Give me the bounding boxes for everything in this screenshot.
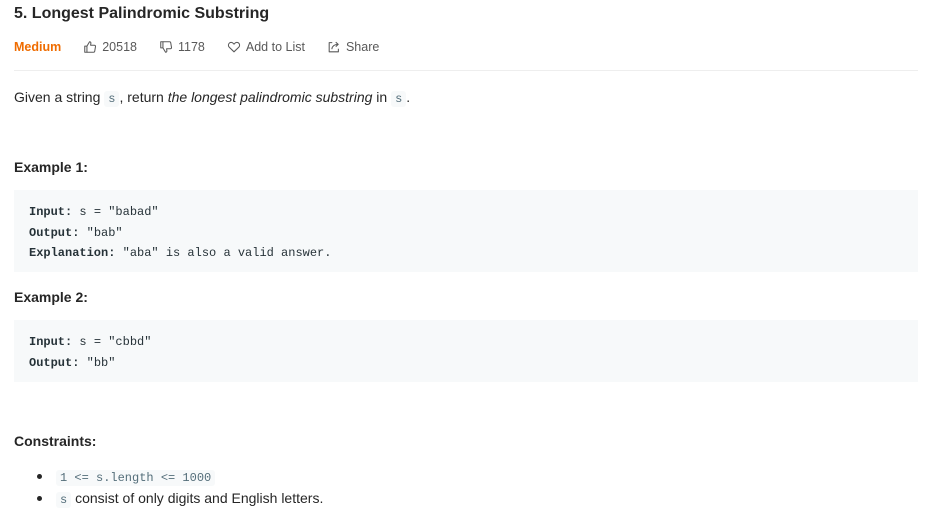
constraint-item: s consist of only digits and English let…	[34, 487, 323, 509]
statement-text: in	[372, 89, 392, 105]
input-label: Input:	[29, 205, 73, 219]
dislike-count: 1178	[178, 40, 205, 54]
statement-text: Given a string	[14, 89, 105, 105]
problem-description-panel: 5. Longest Palindromic Substring Medium …	[0, 0, 927, 524]
constraint-code: s	[56, 492, 72, 508]
dislike-button[interactable]: 1178	[159, 40, 205, 54]
like-count: 20518	[102, 40, 137, 54]
input-value: s = "cbbd"	[72, 335, 152, 349]
example-2-title: Example 2:	[14, 289, 88, 305]
explanation-label: Explanation:	[29, 246, 116, 260]
thumbs-down-icon	[160, 41, 173, 53]
thumbs-up-icon	[84, 41, 97, 53]
example-2-box: Input: s = "cbbd" Output: "bb"	[14, 320, 918, 382]
share-button[interactable]: Share	[327, 40, 379, 54]
input-label: Input:	[29, 335, 73, 349]
constraint-text: consist of only digits and English lette…	[71, 490, 324, 506]
problem-title: 5. Longest Palindromic Substring	[14, 5, 270, 22]
add-to-list-label: Add to List	[245, 40, 305, 54]
constraint-item: 1 <= s.length <= 1000	[34, 465, 323, 487]
example-1-title: Example 1:	[14, 159, 88, 175]
statement-emphasis: the longest palindromic substring	[167, 89, 373, 105]
output-value: "bab"	[79, 225, 123, 240]
share-icon	[328, 41, 339, 53]
output-label: Output:	[29, 355, 80, 370]
example-1-box: Input: s = "babad" Output: "bab" Explana…	[14, 190, 918, 272]
inline-code: s	[391, 91, 407, 107]
constraints-list: 1 <= s.length <= 1000 s consist of only …	[34, 465, 323, 509]
example-input-line: Input: s = "babad"	[29, 202, 903, 223]
example-output-line: Output: "bab"	[29, 223, 903, 244]
heart-icon	[227, 41, 241, 53]
example-input-line: Input: s = "cbbd"	[29, 332, 903, 353]
add-to-list-button[interactable]: Add to List	[227, 40, 305, 54]
header-divider	[14, 70, 918, 71]
problem-statement: Given a string s, return the longest pal…	[14, 88, 410, 108]
problem-meta-bar: Medium 20518 1178 Add to List Share	[14, 39, 379, 55]
output-value: "bb"	[79, 355, 116, 370]
input-value: s = "babad"	[72, 205, 159, 219]
difficulty-badge: Medium	[14, 40, 62, 54]
like-button[interactable]: 20518	[83, 40, 137, 54]
explanation-value: "aba" is also a valid answer.	[115, 246, 332, 260]
inline-code: s	[104, 91, 120, 107]
constraint-code: 1 <= s.length <= 1000	[56, 470, 216, 486]
constraints-title: Constraints:	[14, 433, 97, 449]
share-label: Share	[345, 40, 380, 54]
statement-text: .	[406, 89, 411, 105]
example-explanation-line: Explanation: "aba" is also a valid answe…	[29, 243, 903, 264]
statement-text: , return	[119, 89, 168, 105]
example-output-line: Output: "bb"	[29, 353, 903, 374]
output-label: Output:	[29, 225, 80, 240]
